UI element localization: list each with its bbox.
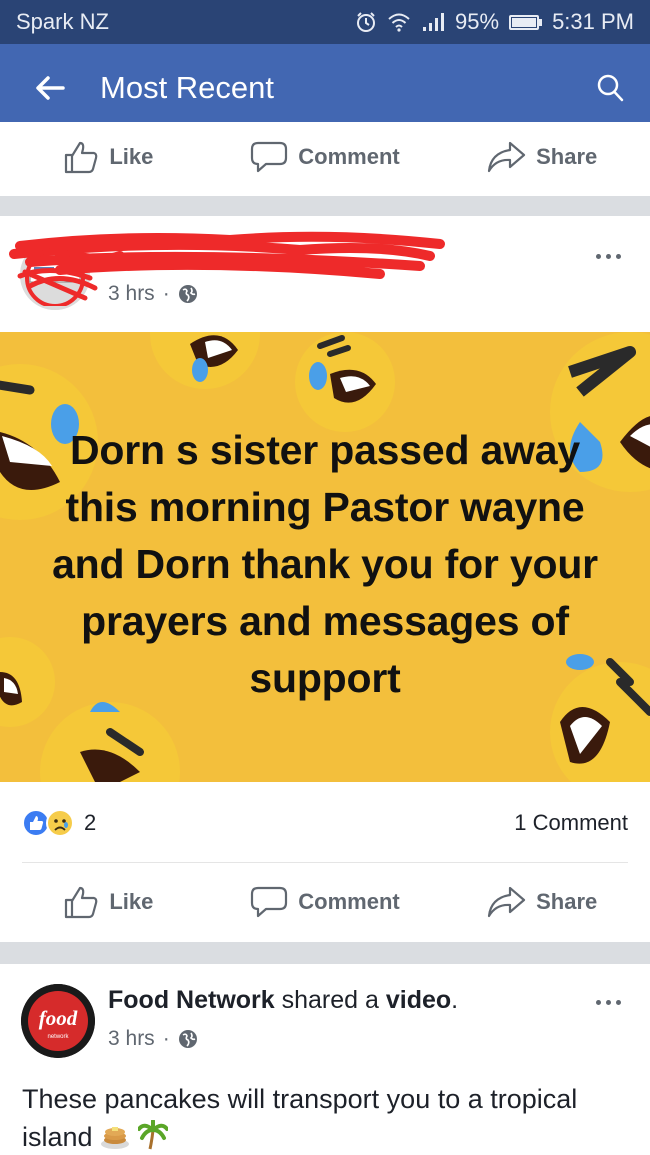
- share-button[interactable]: Share: [433, 140, 650, 174]
- post-meta: 3 hrs ·: [108, 282, 198, 306]
- search-icon: [597, 74, 624, 101]
- svg-text:food: food: [39, 1006, 78, 1030]
- reaction-count[interactable]: 2: [84, 810, 96, 836]
- share-icon: [487, 886, 526, 918]
- comment-label: Comment: [298, 889, 400, 914]
- previous-post-actions: Like Comment Share: [0, 122, 650, 192]
- post-time: 3 hrs: [108, 1027, 155, 1050]
- laughing-emoji-top-icon: [150, 332, 260, 389]
- post-image[interactable]: Dorn s sister passed away this morning P…: [0, 332, 650, 782]
- post-options-button[interactable]: [588, 246, 628, 266]
- dot: [595, 999, 601, 1005]
- arrow-left-icon: [36, 75, 65, 100]
- back-button[interactable]: [0, 44, 100, 131]
- svg-text:network: network: [47, 1034, 69, 1040]
- dot: [615, 999, 621, 1005]
- share-button[interactable]: Share: [433, 885, 650, 919]
- food-network-avatar[interactable]: food network: [21, 984, 95, 1058]
- signal-icon: [423, 13, 445, 31]
- post-meta: 3 hrs ·: [108, 1027, 198, 1051]
- like-button[interactable]: Like: [0, 140, 217, 174]
- share-label: Share: [536, 144, 598, 169]
- post-actions: Like Comment Share: [0, 867, 650, 937]
- food-network-logo-icon: food network: [21, 984, 95, 1058]
- status-bar: Spark NZ 95% 5:31 PM: [0, 0, 650, 44]
- comment-count[interactable]: 1 Comment: [514, 810, 628, 836]
- meta-dot: ·: [162, 282, 170, 305]
- meta-dot: ·: [162, 1027, 170, 1050]
- battery-percent: 95%: [455, 9, 500, 34]
- reactions-bar: 2 1 Comment: [0, 795, 650, 850]
- carrier-name: Spark NZ: [16, 9, 109, 34]
- pancakes-emoji-icon: [101, 1127, 130, 1149]
- like-button[interactable]: Like: [0, 885, 217, 919]
- like-label: Like: [109, 889, 154, 914]
- comment-label: Comment: [298, 144, 400, 169]
- thumbs-up-icon: [65, 141, 98, 174]
- image-caption: Dorn s sister passed away this morning P…: [52, 427, 598, 701]
- redaction-scribble: [9, 231, 445, 306]
- dot: [595, 253, 601, 259]
- feed-separator: [0, 942, 650, 964]
- shared-object[interactable]: video: [386, 986, 451, 1014]
- page-title: Most Recent: [100, 69, 275, 105]
- dot: [605, 253, 611, 259]
- sad-reaction-icon: [46, 808, 74, 837]
- post-time: 3 hrs: [108, 282, 155, 305]
- comment-button[interactable]: Comment: [217, 140, 434, 174]
- page-name[interactable]: Food Network: [108, 986, 275, 1014]
- dot: [615, 253, 621, 259]
- comment-icon: [251, 141, 288, 173]
- thumbs-up-icon: [65, 886, 98, 919]
- post-options-button[interactable]: [588, 992, 628, 1012]
- post-text: These pancakes will transport you to a t…: [22, 1080, 632, 1155]
- palm-tree-emoji-icon: [136, 1119, 169, 1150]
- clock: 5:31 PM: [552, 9, 634, 34]
- app-bar: Most Recent: [0, 44, 650, 131]
- like-label: Like: [109, 144, 154, 169]
- search-button[interactable]: [570, 44, 650, 131]
- dot: [605, 999, 611, 1005]
- globe-icon: [178, 1030, 197, 1048]
- shared-text: shared a: [281, 986, 379, 1014]
- comment-icon: [251, 886, 288, 918]
- alarm-icon: [357, 12, 376, 32]
- reaction-icons[interactable]: [22, 808, 74, 837]
- share-icon: [487, 141, 526, 173]
- wifi-icon: [388, 13, 410, 32]
- battery-icon: [509, 14, 543, 30]
- feed-separator: [0, 196, 650, 216]
- status-icons: 95% 5:31 PM: [355, 9, 634, 35]
- post-title: Food Network shared a video.: [108, 986, 458, 1015]
- laughing-emoji-center-icon: [295, 332, 395, 432]
- divider: [22, 862, 628, 863]
- comment-button[interactable]: Comment: [217, 885, 434, 919]
- share-label: Share: [536, 889, 598, 914]
- globe-icon: [178, 285, 197, 303]
- title-period: .: [451, 986, 459, 1014]
